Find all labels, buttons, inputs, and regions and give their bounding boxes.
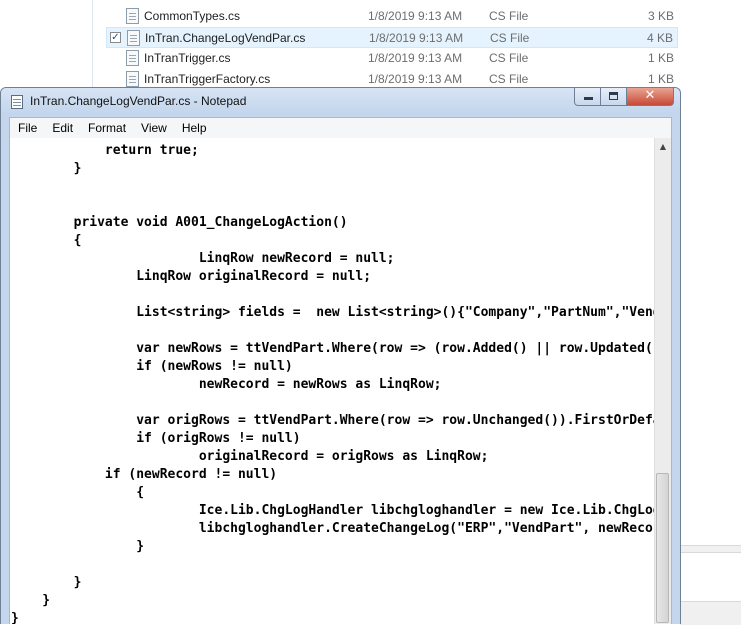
notepad-window[interactable]: InTran.ChangeLogVendPar.cs - Notepad ✕ F…	[0, 87, 681, 624]
minimize-icon	[584, 97, 593, 100]
code-text[interactable]: return true; } private void A001_ChangeL…	[11, 142, 654, 624]
file-size: 1 KB	[647, 72, 674, 86]
file-size: 3 KB	[647, 9, 674, 23]
file-name: InTranTrigger.cs	[144, 51, 231, 65]
file-date: 1/8/2019 9:13 AM	[368, 51, 463, 65]
file-name: InTran.ChangeLogVendPar.cs	[145, 31, 306, 45]
menu-file[interactable]: File	[10, 118, 44, 138]
select-checkbox[interactable]: ✓	[110, 32, 121, 43]
menu-format[interactable]: Format	[80, 118, 133, 138]
file-row-selected[interactable]: ✓ InTran.ChangeLogVendPar.cs 1/8/2019 9:…	[106, 27, 678, 48]
scroll-up-arrow-icon[interactable]: ▲	[655, 138, 671, 155]
file-type: CS File	[489, 72, 529, 86]
file-row[interactable]: CommonTypes.cs 1/8/2019 9:13 AM CS File …	[106, 6, 678, 27]
notepad-client-area: File Edit Format View Help return true; …	[9, 117, 672, 624]
minimize-button[interactable]	[574, 88, 601, 106]
scrollbar-thumb[interactable]	[656, 473, 669, 623]
file-row[interactable]: InTranTrigger.cs 1/8/2019 9:13 AM CS Fil…	[106, 48, 678, 69]
file-type: CS File	[489, 51, 529, 65]
menu-bar: File Edit Format View Help	[10, 118, 671, 139]
file-name: CommonTypes.cs	[144, 9, 241, 23]
menu-edit[interactable]: Edit	[44, 118, 80, 138]
file-date: 1/8/2019 9:13 AM	[368, 72, 463, 86]
notepad-app-icon[interactable]	[11, 95, 23, 109]
title-bar[interactable]: InTran.ChangeLogVendPar.cs - Notepad ✕	[1, 88, 680, 115]
text-editor[interactable]: return true; } private void A001_ChangeL…	[10, 138, 654, 624]
file-size: 4 KB	[646, 31, 673, 45]
menu-help[interactable]: Help	[174, 118, 214, 138]
vertical-scrollbar[interactable]: ▲	[654, 138, 671, 624]
window-controls: ✕	[574, 88, 674, 107]
file-type: CS File	[489, 9, 529, 23]
cs-file-icon	[127, 30, 140, 46]
file-name: InTranTriggerFactory.cs	[144, 72, 271, 86]
close-icon: ✕	[644, 88, 656, 103]
file-date: 1/8/2019 9:13 AM	[369, 31, 464, 45]
file-size: 1 KB	[647, 51, 674, 65]
window-title: InTran.ChangeLogVendPar.cs - Notepad	[30, 94, 247, 108]
cs-file-icon	[126, 50, 139, 66]
explorer-details-field	[680, 552, 741, 602]
close-button[interactable]: ✕	[627, 88, 674, 106]
file-type: CS File	[490, 31, 530, 45]
menu-view[interactable]: View	[133, 118, 174, 138]
file-date: 1/8/2019 9:13 AM	[368, 9, 463, 23]
cs-file-icon	[126, 8, 139, 24]
maximize-icon	[609, 92, 618, 100]
cs-file-icon	[126, 71, 139, 87]
maximize-button[interactable]	[601, 88, 627, 106]
